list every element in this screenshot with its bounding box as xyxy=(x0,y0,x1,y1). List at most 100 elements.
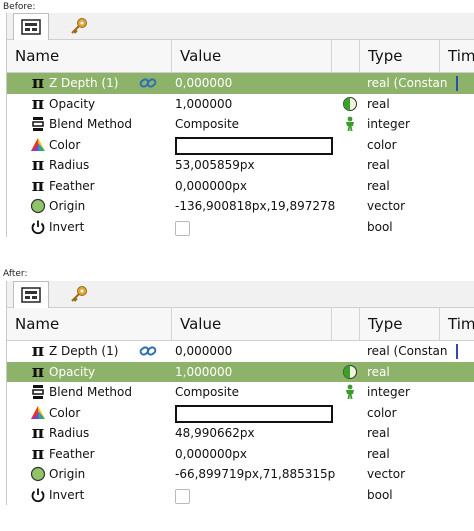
key-icon xyxy=(71,286,87,302)
param-name: Feather xyxy=(49,178,95,193)
param-row[interactable]: Color color xyxy=(7,403,474,424)
param-name: Blend Method xyxy=(49,385,132,399)
blend-icon xyxy=(29,382,47,402)
person-icon[interactable] xyxy=(339,382,361,402)
params-tab-icon xyxy=(21,19,41,35)
column-header-anim[interactable] xyxy=(332,308,360,340)
param-value[interactable]: 1,000000 xyxy=(175,94,335,114)
param-type: bool xyxy=(367,219,393,234)
param-row[interactable]: π Opacity 1,000000 real xyxy=(7,94,474,115)
param-name: Z Depth (1) xyxy=(49,344,119,358)
column-header-name[interactable]: Name xyxy=(7,308,172,340)
tab-params[interactable] xyxy=(13,281,49,308)
param-value[interactable]: 48,990662px xyxy=(175,423,335,443)
params-tab-icon xyxy=(21,287,41,303)
param-row[interactable]: Origin -66,899719px,71,885315px vector xyxy=(7,464,474,485)
pi-icon: π xyxy=(31,423,45,443)
param-type: integer xyxy=(367,117,410,131)
param-value[interactable]: 0,000000 xyxy=(175,341,335,361)
origin-icon xyxy=(29,196,47,216)
param-value[interactable]: 53,005859px xyxy=(175,155,335,175)
after-caption: After: xyxy=(3,269,28,279)
waypoint-icon[interactable] xyxy=(339,94,361,114)
pi-icon: π xyxy=(31,73,45,93)
param-row[interactable]: Invert bool xyxy=(7,217,474,238)
param-row[interactable]: Color color xyxy=(7,135,474,156)
tab-keyframes[interactable] xyxy=(61,13,97,39)
param-rows: π Z Depth (1) 0,000000 real (Constant) π Opac… xyxy=(7,341,474,505)
param-value[interactable]: -66,899719px,71,885315px xyxy=(175,464,335,484)
param-row[interactable]: π Feather 0,000000px real xyxy=(7,444,474,465)
param-value[interactable]: 0,000000px xyxy=(175,444,335,464)
param-name: Blend Method xyxy=(49,117,132,131)
param-row[interactable]: Blend Method Composite integer xyxy=(7,382,474,403)
param-name: Origin xyxy=(49,199,86,213)
param-type: vector xyxy=(367,199,406,213)
param-type: real (Constant) xyxy=(367,344,447,358)
column-header-type[interactable]: Type xyxy=(360,40,440,72)
column-header-time[interactable]: Tim xyxy=(440,40,474,72)
pi-icon: π xyxy=(31,93,45,114)
param-row[interactable]: Invert bool xyxy=(7,485,474,506)
param-value[interactable]: 1,000000 xyxy=(175,362,335,382)
param-type: color xyxy=(367,405,397,420)
param-name: Invert xyxy=(49,487,85,502)
param-row[interactable]: π Z Depth (1) 0,000000 real (Constant) xyxy=(7,73,474,94)
param-value[interactable]: -136,900818px,19,897278px xyxy=(175,196,335,216)
param-type: real xyxy=(367,426,390,440)
tab-keyframes[interactable] xyxy=(61,281,97,307)
power-icon xyxy=(29,485,47,505)
param-row[interactable]: π Z Depth (1) 0,000000 real (Constant) xyxy=(7,341,474,362)
params-panel-after: Name Value Type Tim π Z Depth (1) 0,000000… xyxy=(6,281,474,505)
pi-icon: π xyxy=(31,443,45,464)
param-value[interactable]: 0,000000px xyxy=(175,176,335,196)
invert-checkbox[interactable] xyxy=(175,485,335,505)
param-name: Z Depth (1) xyxy=(49,76,119,90)
param-type: vector xyxy=(367,467,406,481)
param-type: real (Constant) xyxy=(367,76,447,90)
color-swatch[interactable] xyxy=(175,135,335,155)
column-header-time[interactable]: Tim xyxy=(440,308,474,340)
param-value[interactable]: Composite xyxy=(175,382,335,402)
param-row[interactable]: π Feather 0,000000px real xyxy=(7,176,474,197)
param-row[interactable]: Blend Method Composite integer xyxy=(7,114,474,135)
tab-params[interactable] xyxy=(13,13,49,40)
param-type: integer xyxy=(367,385,410,399)
param-name: Color xyxy=(49,405,81,420)
panel-tabbar xyxy=(7,281,474,308)
param-type: bool xyxy=(367,487,393,502)
param-type: real xyxy=(367,96,390,111)
person-icon[interactable] xyxy=(339,114,361,134)
color-swatch[interactable] xyxy=(175,403,335,423)
color-wheel-icon xyxy=(29,135,47,155)
param-name: Color xyxy=(49,137,81,152)
column-header-value[interactable]: Value xyxy=(172,40,332,72)
param-value[interactable]: Composite xyxy=(175,114,335,134)
param-row[interactable]: π Radius 48,990662px real xyxy=(7,423,474,444)
param-name: Invert xyxy=(49,219,85,234)
param-name: Feather xyxy=(49,446,95,461)
time-cursor[interactable] xyxy=(456,344,458,359)
before-caption: Before: xyxy=(3,2,36,12)
param-rows: π Z Depth (1) 0,000000 real (Constant) π Opac… xyxy=(7,73,474,237)
param-type: real xyxy=(367,178,390,193)
param-row[interactable]: Origin -136,900818px,19,897278px vector xyxy=(7,196,474,217)
table-header: Name Value Type Tim xyxy=(7,308,474,341)
param-type: color xyxy=(367,137,397,152)
param-value[interactable]: 0,000000 xyxy=(175,73,335,93)
waypoint-icon[interactable] xyxy=(339,362,361,382)
time-cursor[interactable] xyxy=(456,76,458,91)
param-row[interactable]: π Opacity 1,000000 real xyxy=(7,361,474,382)
column-header-value[interactable]: Value xyxy=(172,308,332,340)
pi-icon: π xyxy=(31,341,45,361)
link-icon[interactable] xyxy=(137,73,159,93)
panel-tabbar xyxy=(7,13,474,40)
column-header-name[interactable]: Name xyxy=(7,40,172,72)
invert-checkbox[interactable] xyxy=(175,217,335,237)
table-header: Name Value Type Tim xyxy=(7,40,474,73)
link-icon[interactable] xyxy=(137,341,159,361)
pi-icon: π xyxy=(31,175,45,196)
column-header-anim[interactable] xyxy=(332,40,360,72)
param-row[interactable]: π Radius 53,005859px real xyxy=(7,155,474,176)
column-header-type[interactable]: Type xyxy=(360,308,440,340)
